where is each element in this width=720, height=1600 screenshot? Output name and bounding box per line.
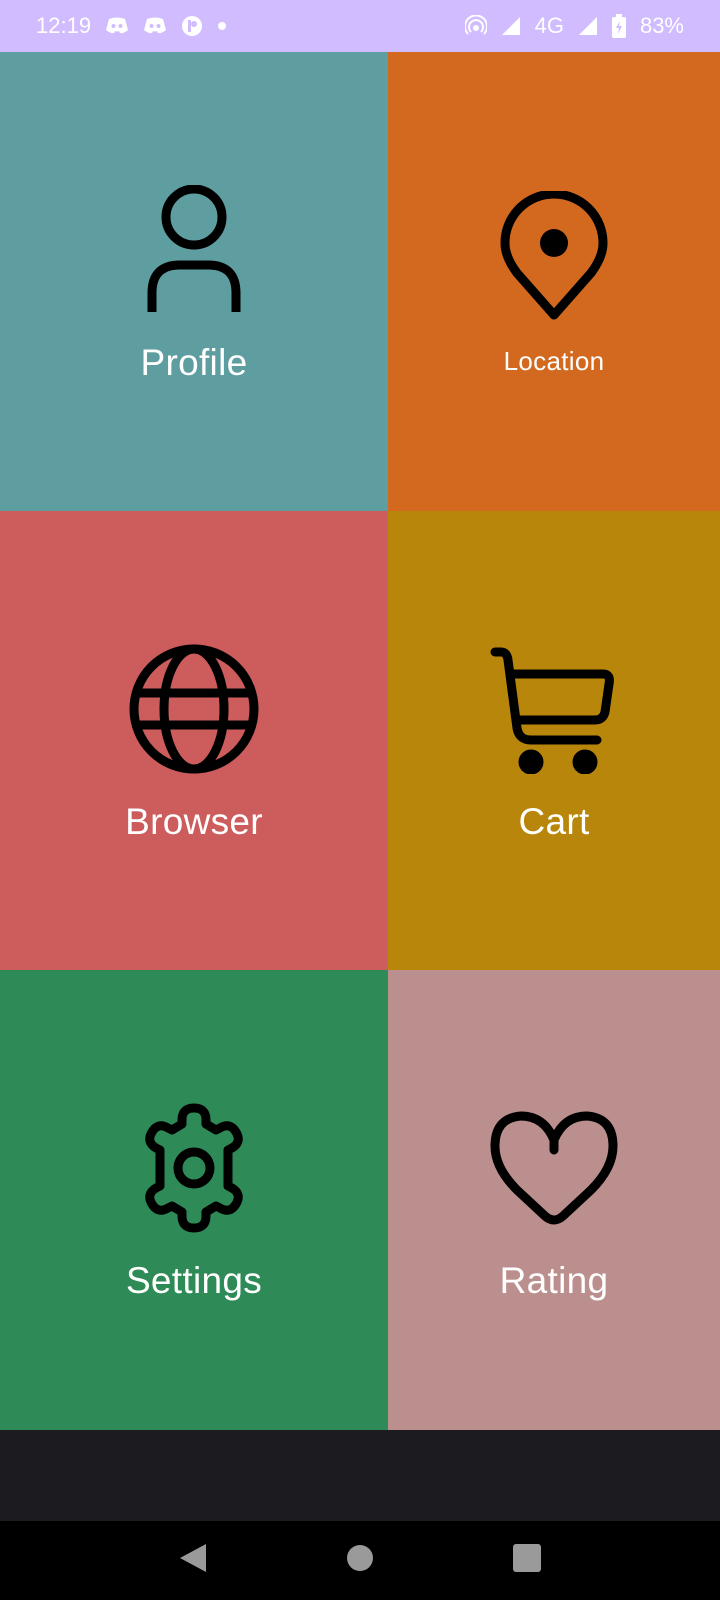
- status-right: 4G 83%: [464, 13, 684, 39]
- tile-label: Rating: [499, 1260, 609, 1301]
- tile-cart[interactable]: Cart: [388, 511, 720, 970]
- status-time: 12:19: [36, 13, 92, 38]
- recents-button[interactable]: [497, 1531, 557, 1591]
- location-pin-icon: [499, 186, 609, 326]
- tile-rating[interactable]: Rating: [388, 970, 720, 1430]
- status-left: 12:19: [36, 13, 227, 39]
- back-icon: [178, 1542, 208, 1579]
- network-type: 4G: [534, 13, 564, 38]
- tile-profile[interactable]: Profile: [0, 52, 388, 511]
- battery-icon: [611, 14, 626, 38]
- tile-location[interactable]: Location: [388, 52, 720, 511]
- back-button[interactable]: [163, 1531, 223, 1591]
- tile-settings[interactable]: Settings: [0, 970, 388, 1430]
- navigation-bar: [0, 1521, 720, 1600]
- dot-icon: [217, 21, 227, 31]
- heart-icon: [489, 1098, 619, 1238]
- tile-label: Cart: [518, 800, 590, 842]
- hotspot-icon: [464, 15, 487, 37]
- person-icon: [144, 180, 244, 320]
- tile-label: Profile: [140, 341, 248, 383]
- globe-icon: [128, 639, 260, 779]
- signal-icon: [578, 16, 598, 36]
- tile-label: Browser: [125, 800, 263, 842]
- discord-icon: [143, 16, 167, 36]
- status-bar: 12:19 4G 83%: [0, 0, 720, 52]
- tile-grid: Profile Location Browser Cart Settings R…: [0, 52, 720, 1430]
- tile-label: Location: [503, 346, 605, 376]
- home-button[interactable]: [330, 1531, 390, 1591]
- battery-percent: 83%: [639, 13, 684, 38]
- recents-icon: [512, 1543, 542, 1578]
- app-notification-icon: [181, 15, 203, 37]
- bottom-area: [0, 1430, 720, 1521]
- signal-icon: [501, 16, 521, 36]
- cart-icon: [489, 639, 619, 779]
- gear-icon: [132, 1098, 256, 1238]
- tile-label: Settings: [125, 1260, 263, 1301]
- tile-browser[interactable]: Browser: [0, 511, 388, 970]
- discord-icon: [105, 16, 129, 36]
- home-icon: [345, 1543, 375, 1578]
